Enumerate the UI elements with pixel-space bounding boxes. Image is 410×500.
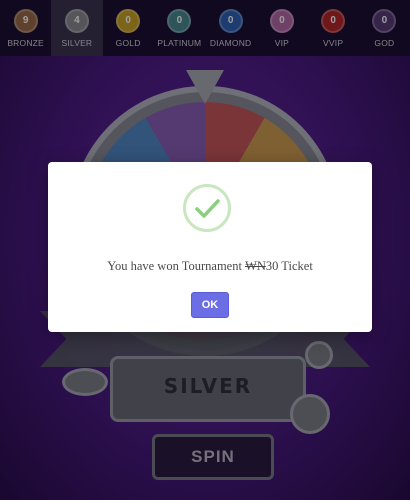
message-suffix: 30 Ticket <box>265 259 313 273</box>
message-prefix: You have won Tournament <box>107 259 246 273</box>
result-dialog: You have won Tournament ₩N30 Ticket OK <box>48 162 372 332</box>
currency-symbol: ₩N <box>245 259 266 273</box>
win-message: You have won Tournament ₩N30 Ticket <box>48 259 372 274</box>
ok-button[interactable]: OK <box>191 292 229 318</box>
check-icon <box>183 184 231 232</box>
